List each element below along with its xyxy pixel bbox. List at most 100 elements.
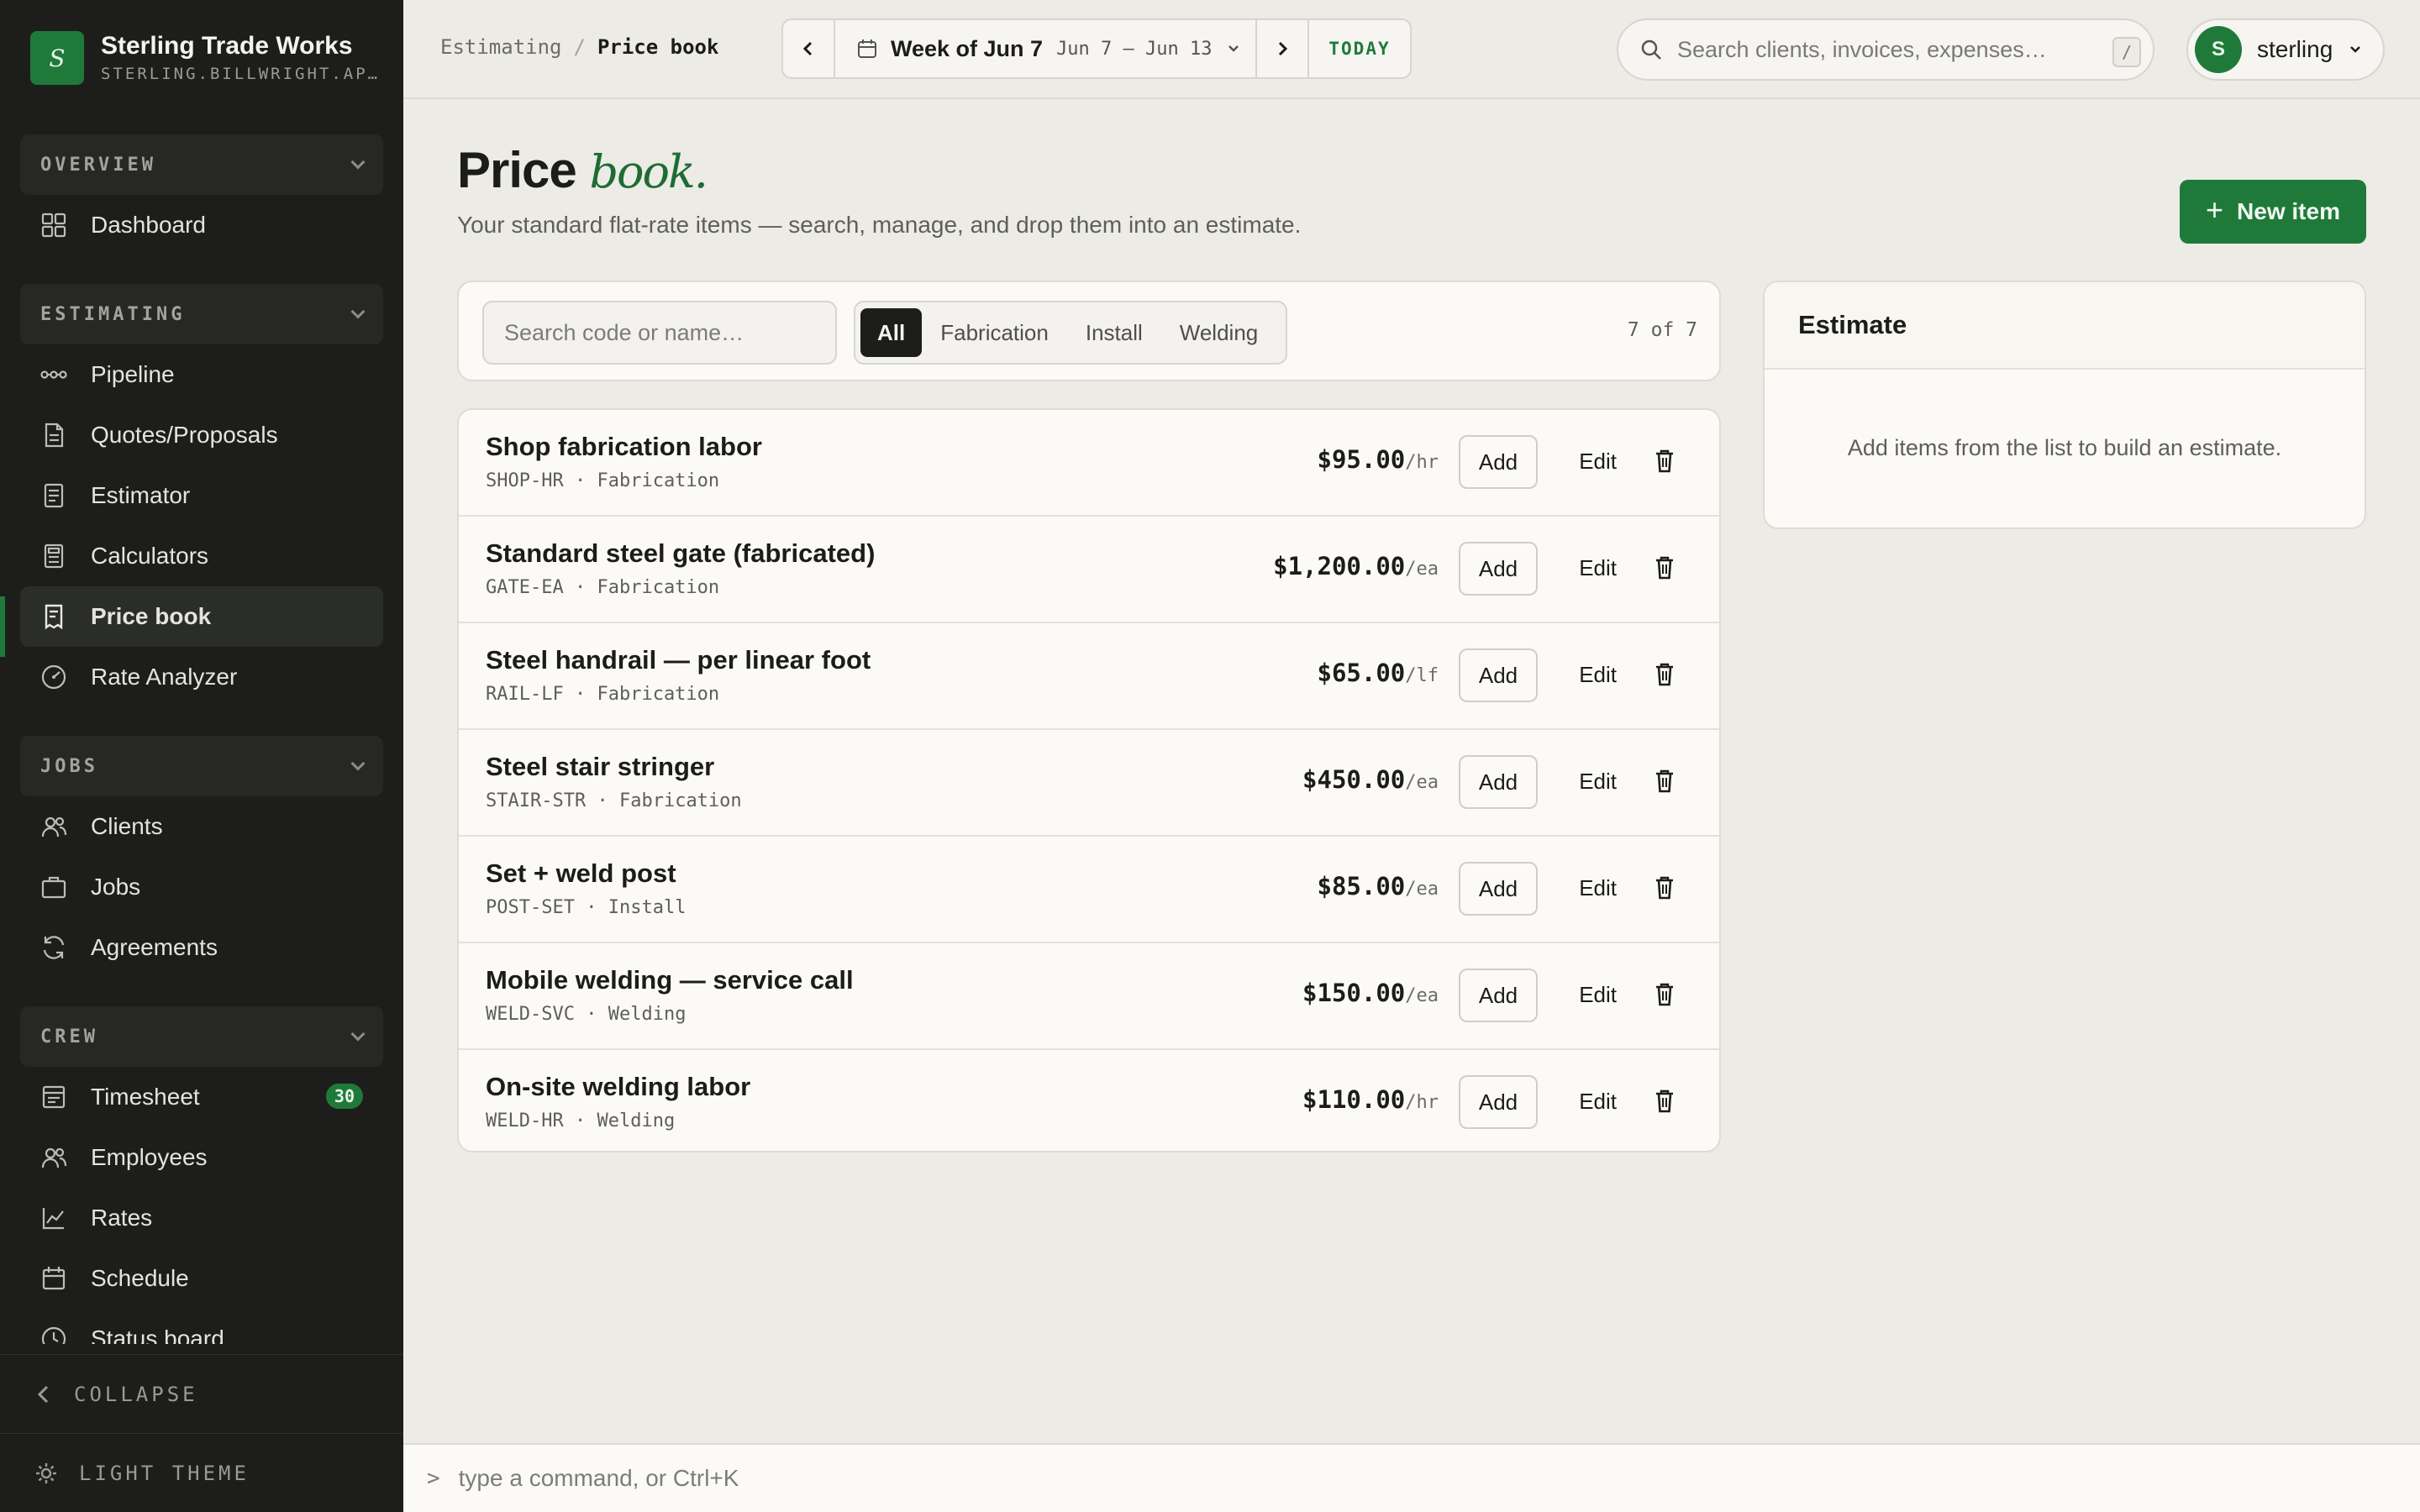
filter-tab-fabrication[interactable]: Fabrication xyxy=(922,308,1067,357)
section-label: OVERVIEW xyxy=(40,154,156,176)
price-book-list: Shop fabrication labor SHOP-HR · Fabricat… xyxy=(457,408,1721,1152)
item-name: Mobile welding — service call xyxy=(486,965,854,995)
trash-icon[interactable] xyxy=(1654,555,1676,580)
edit-item-button[interactable]: Edit xyxy=(1579,555,1617,581)
sidebar-item-rates[interactable]: Rates xyxy=(20,1188,383,1248)
calculator-icon xyxy=(40,543,67,570)
sidebar-item-price-book[interactable]: Price book xyxy=(20,586,383,647)
edit-item-button[interactable]: Edit xyxy=(1579,982,1617,1008)
sidebar-item-schedule[interactable]: Schedule xyxy=(20,1248,383,1309)
sidebar-item-dashboard[interactable]: Dashboard xyxy=(20,195,383,255)
table-row: On-site welding labor WELD-HR · Welding $1… xyxy=(459,1050,1719,1151)
section-jobs-header[interactable]: JOBS xyxy=(20,736,383,796)
prev-week-button[interactable] xyxy=(783,20,835,77)
sidebar-item-label: Timesheet xyxy=(91,1084,200,1110)
item-price: $65.00/lf xyxy=(1317,659,1439,687)
item-search-input[interactable] xyxy=(504,319,815,346)
week-picker[interactable]: Week of Jun 7 Jun 7 – Jun 13 xyxy=(835,20,1255,77)
item-price-value: $85.00 xyxy=(1317,872,1406,900)
section-estimating-header[interactable]: ESTIMATING xyxy=(20,284,383,344)
table-row: Steel handrail — per linear foot RAIL-LF … xyxy=(459,623,1719,730)
sidebar-item-estimator[interactable]: Estimator xyxy=(20,465,383,526)
sidebar-item-label: Pipeline xyxy=(91,361,175,387)
brand[interactable]: S Sterling Trade Works STERLING.BILLWRIG… xyxy=(30,30,378,86)
chevron-right-icon xyxy=(1278,41,1288,56)
theme-toggle[interactable]: LIGHT THEME xyxy=(0,1433,403,1512)
item-meta: RAIL-LF · Fabrication xyxy=(486,684,720,705)
sidebar-item-label: Estimator xyxy=(91,482,191,508)
sidebar-item-rate-analyzer[interactable]: Rate Analyzer xyxy=(20,647,383,707)
item-category: Fabrication xyxy=(618,790,742,811)
table-row: Mobile welding — service call WELD-SVC · … xyxy=(459,943,1719,1050)
global-search-input[interactable] xyxy=(1677,36,2081,63)
section-overview-header[interactable]: OVERVIEW xyxy=(20,134,383,195)
item-meta: POST-SET · Install xyxy=(486,897,687,918)
item-code: SHOP-HR xyxy=(486,470,564,491)
item-code: WELD-HR xyxy=(486,1110,564,1131)
trash-icon[interactable] xyxy=(1654,769,1676,794)
estimate-panel: Estimate Add items from the list to buil… xyxy=(1763,281,2366,529)
today-button[interactable]: TODAY xyxy=(1307,20,1410,77)
edit-item-button[interactable]: Edit xyxy=(1579,449,1617,475)
user-menu[interactable]: S sterling xyxy=(2186,18,2385,81)
edit-item-button[interactable]: Edit xyxy=(1579,662,1617,688)
sidebar-item-label: Schedule xyxy=(91,1265,189,1291)
sidebar-item-status-board[interactable]: Status board xyxy=(20,1309,383,1344)
sidebar-item-clients[interactable]: Clients xyxy=(20,796,383,857)
trash-icon[interactable] xyxy=(1654,875,1676,900)
user-name: sterling xyxy=(2257,36,2333,62)
item-code: STAIR-STR xyxy=(486,790,587,811)
chevron-down-icon xyxy=(2350,46,2361,53)
filter-tab-welding[interactable]: Welding xyxy=(1161,308,1276,357)
sidebar-item-agreements[interactable]: Agreements xyxy=(20,917,383,978)
next-week-button[interactable] xyxy=(1255,20,1307,77)
trash-icon[interactable] xyxy=(1654,449,1676,474)
add-item-button[interactable]: Add xyxy=(1459,755,1538,809)
add-item-button[interactable]: Add xyxy=(1459,648,1538,702)
item-meta: WELD-HR · Welding xyxy=(486,1110,676,1131)
collapse-button[interactable]: COLLAPSE xyxy=(0,1354,403,1433)
breadcrumb-estimating[interactable]: Estimating xyxy=(440,35,562,59)
section-crew-header[interactable]: CREW xyxy=(20,1006,383,1067)
avatar: S xyxy=(2195,26,2242,73)
sidebar-item-pipeline[interactable]: Pipeline xyxy=(20,344,383,405)
sidebar-item-employees[interactable]: Employees xyxy=(20,1127,383,1188)
new-item-label: New item xyxy=(2237,198,2340,224)
edit-item-button[interactable]: Edit xyxy=(1579,1089,1617,1115)
sidebar-item-timesheet[interactable]: Timesheet 30 xyxy=(20,1067,383,1127)
topbar: Estimating / Price book Week of Jun 7 Jun … xyxy=(403,0,2420,99)
sidebar-item-label: Calculators xyxy=(91,543,209,569)
table-row: Standard steel gate (fabricated) GATE-EA … xyxy=(459,517,1719,623)
filter-tab-install[interactable]: Install xyxy=(1067,308,1161,357)
sidebar-item-calculators[interactable]: Calculators xyxy=(20,526,383,586)
calendar-icon xyxy=(40,1265,67,1292)
breadcrumb-current: Price book xyxy=(597,35,719,59)
sidebar-item-label: Status board xyxy=(91,1326,224,1344)
table-row: Steel stair stringer STAIR-STR · Fabricat… xyxy=(459,730,1719,837)
add-item-button[interactable]: Add xyxy=(1459,969,1538,1022)
sidebar-item-jobs[interactable]: Jobs xyxy=(20,857,383,917)
add-item-button[interactable]: Add xyxy=(1459,435,1538,489)
edit-item-button[interactable]: Edit xyxy=(1579,769,1617,795)
sidebar-item-label: Agreements xyxy=(91,934,218,960)
new-item-button[interactable]: + New item xyxy=(2180,180,2366,244)
filter-tab-all[interactable]: All xyxy=(860,308,923,357)
item-price: $110.00/hr xyxy=(1302,1085,1439,1114)
sidebar-item-label: Employees xyxy=(91,1144,208,1170)
item-price: $95.00/hr xyxy=(1317,445,1439,474)
add-item-button[interactable]: Add xyxy=(1459,862,1538,916)
week-selector: Week of Jun 7 Jun 7 – Jun 13 TODAY xyxy=(781,18,1412,79)
item-name: On-site welding labor xyxy=(486,1072,751,1101)
add-item-button[interactable]: Add xyxy=(1459,1075,1538,1129)
command-input[interactable] xyxy=(458,1465,1467,1492)
document-icon xyxy=(40,422,67,449)
trash-icon[interactable] xyxy=(1654,1089,1676,1114)
trash-icon[interactable] xyxy=(1654,982,1676,1007)
edit-item-button[interactable]: Edit xyxy=(1579,875,1617,901)
count-badge: 30 xyxy=(325,1084,363,1109)
add-item-button[interactable]: Add xyxy=(1459,542,1538,596)
timesheet-icon xyxy=(40,1084,67,1110)
trash-icon[interactable] xyxy=(1654,662,1676,687)
item-price-value: $150.00 xyxy=(1302,979,1406,1007)
sidebar-item-quotes-proposals[interactable]: Quotes/Proposals xyxy=(20,405,383,465)
